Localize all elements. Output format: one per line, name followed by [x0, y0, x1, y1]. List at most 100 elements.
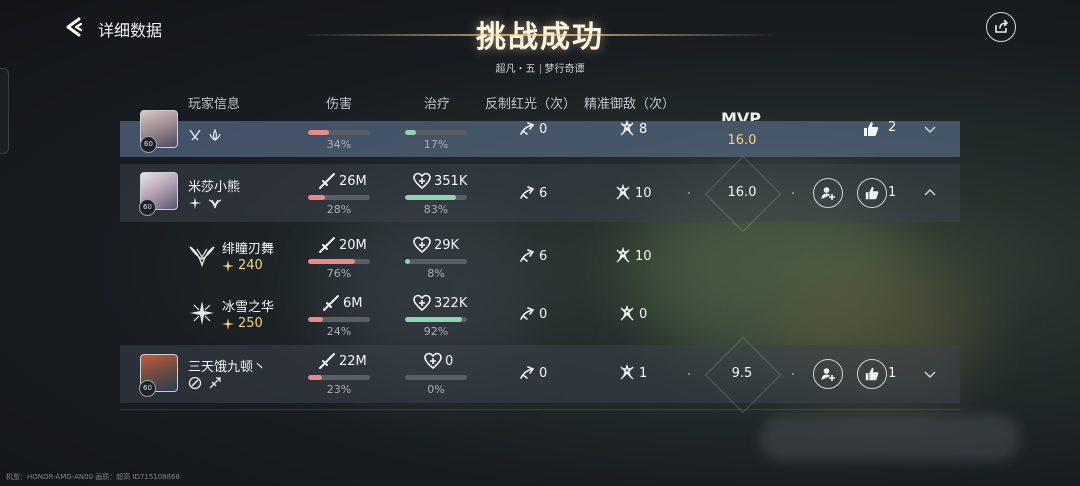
damage-value: 22M — [339, 353, 367, 369]
back-icon[interactable] — [62, 14, 88, 40]
counter-count: 6 — [539, 185, 548, 201]
dungeon-name: 梦行奇谭 — [544, 64, 585, 75]
weapon-name: 绯瞳刃舞 — [222, 242, 275, 257]
heal-value: 322K — [434, 295, 468, 311]
heal-value: 0 — [445, 353, 454, 369]
chevron-up-icon[interactable] — [923, 186, 937, 200]
heal-percent: 8% — [427, 267, 445, 280]
like-count: 1 — [888, 185, 897, 200]
heal-bar-fill — [405, 195, 457, 200]
damage-bar — [308, 259, 370, 264]
heal-bar — [405, 195, 467, 200]
player-score: 16.0 — [727, 133, 757, 148]
wing-blade-icon — [208, 199, 222, 209]
header-damage: 伤害 — [326, 97, 353, 112]
heal-bar — [405, 259, 467, 264]
add-friend-icon — [821, 368, 835, 381]
title-glow — [300, 34, 780, 36]
damage-percent: 24% — [326, 325, 352, 338]
parry-count: 1 — [639, 365, 648, 381]
heal-bar — [405, 130, 467, 135]
header-player-info: 玩家信息 — [188, 97, 241, 112]
precise-defense-icon — [620, 364, 634, 380]
sparkle-icon — [189, 197, 201, 209]
circle-slash-icon — [188, 376, 202, 390]
lotus-icon — [209, 128, 221, 142]
heal-stat: 0 — [424, 352, 453, 370]
heal-bar — [405, 375, 467, 380]
counter-stat: 0 — [518, 120, 547, 138]
power-star-icon — [222, 317, 234, 330]
damage-bar — [308, 130, 370, 135]
counter-stat: 0 — [518, 364, 547, 382]
parry-stat: 10 — [614, 247, 652, 265]
result-banner: 挑战成功 超凡・五 梦行奇谭 — [300, 12, 780, 75]
parry-count: 10 — [635, 185, 652, 201]
chevron-down-icon[interactable] — [923, 122, 937, 136]
counter-stat: 6 — [518, 184, 547, 202]
heart-plus-icon — [413, 236, 431, 254]
weapon-ice-flower-icon — [190, 301, 214, 325]
heal-bar — [405, 317, 467, 322]
parry-stat: 10 — [614, 184, 652, 202]
counter-count: 0 — [539, 121, 548, 137]
player-name: 三天饿九顿丶 — [188, 360, 267, 375]
device-info: 机型：HONOR-AMG-AN00 画质：超高 ID715108868 — [6, 473, 181, 481]
like-count: 2 — [888, 120, 897, 135]
parry-stat: 0 — [618, 305, 647, 323]
damage-percent: 34% — [326, 138, 352, 151]
weapon-power: 250 — [222, 316, 263, 331]
heal-percent: 83% — [423, 203, 449, 216]
spear-icon — [209, 377, 221, 389]
precise-defense-icon — [620, 120, 634, 136]
counter-redlight-icon — [520, 307, 535, 320]
player-score: 16.0 — [727, 185, 757, 200]
weapon-power-value: 240 — [238, 258, 263, 273]
heart-plus-icon — [413, 294, 431, 312]
damage-bar — [308, 317, 370, 322]
chevron-down-icon[interactable] — [923, 367, 937, 381]
share-button[interactable] — [986, 12, 1016, 42]
level-badge: 60 — [139, 380, 156, 397]
heal-stat: 322K — [413, 294, 467, 312]
page-label: 详细数据 — [98, 21, 163, 40]
damage-stat: 22M — [318, 352, 367, 370]
damage-percent: 28% — [326, 203, 352, 216]
counter-redlight-icon — [520, 366, 535, 379]
damage-stat: 26M — [318, 172, 367, 190]
like-button[interactable] — [857, 178, 887, 208]
thumbs-up-icon — [865, 186, 879, 200]
damage-bar-fill — [308, 259, 356, 264]
header-parry: 精准御敌（次） — [584, 97, 676, 112]
heal-stat: 29K — [413, 236, 459, 254]
thumbs-up-icon — [865, 367, 879, 381]
side-panel-handle[interactable] — [0, 68, 9, 154]
level-badge: 60 — [139, 199, 156, 216]
weapon-name: 冰雪之华 — [222, 300, 275, 315]
sword-icon — [323, 295, 339, 311]
damage-percent: 76% — [326, 267, 352, 280]
add-friend-button[interactable] — [813, 359, 843, 389]
like-count: 1 — [888, 366, 897, 381]
thumbs-up-icon[interactable] — [862, 120, 880, 138]
level-badge: 60 — [140, 136, 157, 153]
heart-plus-icon — [413, 172, 431, 190]
counter-count: 0 — [539, 306, 548, 322]
player-name: 米莎小熊 — [188, 180, 241, 195]
heal-bar-fill — [405, 130, 416, 135]
parry-stat: 1 — [618, 364, 647, 382]
class-tags — [188, 128, 222, 142]
weapon-crimson-blade-icon — [189, 246, 215, 268]
add-friend-icon — [821, 187, 835, 200]
like-button[interactable] — [857, 359, 887, 389]
counter-redlight-icon — [520, 186, 535, 199]
heal-stat: 351K — [413, 172, 467, 190]
top-bar: 详细数据 挑战成功 超凡・五 梦行奇谭 — [0, 0, 1080, 80]
damage-value: 20M — [339, 237, 367, 253]
precise-defense-icon — [616, 184, 630, 200]
parry-stat: 8 — [618, 120, 647, 138]
mvp-badge: MVP — [720, 110, 762, 121]
add-friend-button[interactable] — [813, 178, 843, 208]
blurred-background-panel — [760, 415, 1020, 461]
dungeon-subtitle: 超凡・五 梦行奇谭 — [340, 60, 740, 75]
